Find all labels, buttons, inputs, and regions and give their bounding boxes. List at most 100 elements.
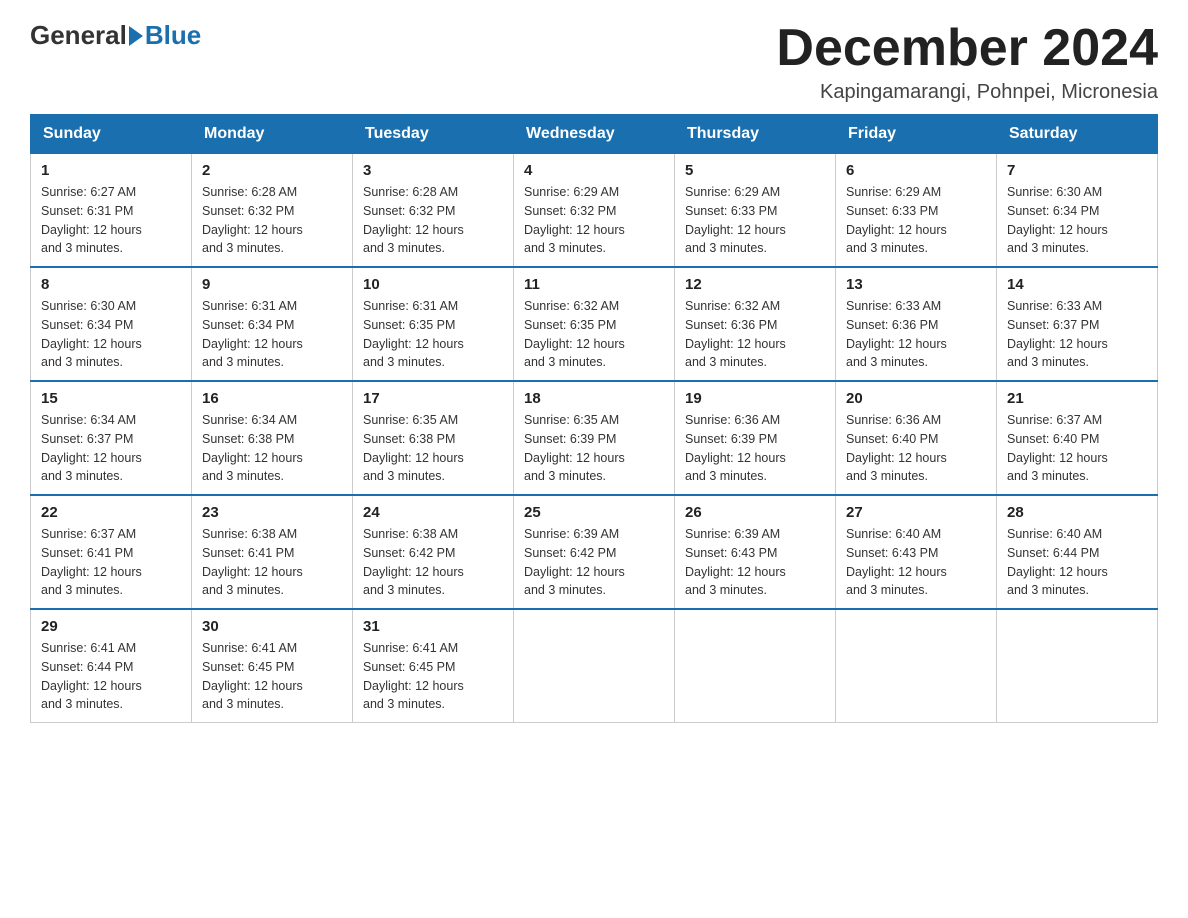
calendar-cell: 25 Sunrise: 6:39 AMSunset: 6:42 PMDayligh… — [514, 495, 675, 609]
calendar-cell: 28 Sunrise: 6:40 AMSunset: 6:44 PMDayligh… — [997, 495, 1158, 609]
day-info: Sunrise: 6:29 AMSunset: 6:32 PMDaylight:… — [524, 183, 664, 258]
day-number: 30 — [202, 618, 342, 635]
calendar-cell: 24 Sunrise: 6:38 AMSunset: 6:42 PMDayligh… — [353, 495, 514, 609]
calendar-header-saturday: Saturday — [997, 115, 1158, 154]
calendar-cell — [675, 609, 836, 723]
calendar-week-row: 15 Sunrise: 6:34 AMSunset: 6:37 PMDayligh… — [31, 381, 1158, 495]
calendar-cell: 6Sunrise: 6:29 AMSunset: 6:33 PMDaylight… — [836, 154, 997, 268]
calendar-cell: 19Sunrise: 6:36 AMSunset: 6:39 PMDayligh… — [675, 381, 836, 495]
day-info: Sunrise: 6:30 AMSunset: 6:34 PMDaylight:… — [41, 297, 181, 372]
calendar-cell: 21 Sunrise: 6:37 AMSunset: 6:40 PMDayligh… — [997, 381, 1158, 495]
calendar-header-friday: Friday — [836, 115, 997, 154]
calendar-cell — [514, 609, 675, 723]
day-info: Sunrise: 6:39 AMSunset: 6:42 PMDaylight:… — [524, 525, 664, 600]
day-info: Sunrise: 6:32 AMSunset: 6:36 PMDaylight:… — [685, 297, 825, 372]
calendar-cell: 31 Sunrise: 6:41 AMSunset: 6:45 PMDayligh… — [353, 609, 514, 723]
day-number: 9 — [202, 276, 342, 293]
day-info: Sunrise: 6:38 AMSunset: 6:42 PMDaylight:… — [363, 525, 503, 600]
day-info: Sunrise: 6:35 AMSunset: 6:38 PMDaylight:… — [363, 411, 503, 486]
calendar-cell: 9 Sunrise: 6:31 AMSunset: 6:34 PMDaylight… — [192, 267, 353, 381]
day-number: 17 — [363, 390, 503, 407]
day-info: Sunrise: 6:40 AMSunset: 6:44 PMDaylight:… — [1007, 525, 1147, 600]
calendar-cell: 3 Sunrise: 6:28 AMSunset: 6:32 PMDaylight… — [353, 154, 514, 268]
calendar-cell: 17 Sunrise: 6:35 AMSunset: 6:38 PMDayligh… — [353, 381, 514, 495]
calendar-week-row: 29 Sunrise: 6:41 AMSunset: 6:44 PMDayligh… — [31, 609, 1158, 723]
day-number: 8 — [41, 276, 181, 293]
calendar-cell: 11Sunrise: 6:32 AMSunset: 6:35 PMDayligh… — [514, 267, 675, 381]
calendar-header-monday: Monday — [192, 115, 353, 154]
month-title: December 2024 — [776, 20, 1158, 77]
calendar-cell: 27 Sunrise: 6:40 AMSunset: 6:43 PMDayligh… — [836, 495, 997, 609]
day-number: 26 — [685, 504, 825, 521]
calendar-header-tuesday: Tuesday — [353, 115, 514, 154]
day-info: Sunrise: 6:28 AMSunset: 6:32 PMDaylight:… — [202, 183, 342, 258]
day-number: 5 — [685, 162, 825, 179]
logo-general: General — [30, 20, 127, 51]
calendar-cell: 16Sunrise: 6:34 AMSunset: 6:38 PMDayligh… — [192, 381, 353, 495]
day-info: Sunrise: 6:33 AMSunset: 6:36 PMDaylight:… — [846, 297, 986, 372]
day-number: 25 — [524, 504, 664, 521]
calendar-header-wednesday: Wednesday — [514, 115, 675, 154]
day-number: 4 — [524, 162, 664, 179]
day-info: Sunrise: 6:29 AMSunset: 6:33 PMDaylight:… — [846, 183, 986, 258]
day-number: 31 — [363, 618, 503, 635]
calendar-week-row: 8 Sunrise: 6:30 AMSunset: 6:34 PMDaylight… — [31, 267, 1158, 381]
day-info: Sunrise: 6:41 AMSunset: 6:45 PMDaylight:… — [202, 639, 342, 714]
day-info: Sunrise: 6:30 AMSunset: 6:34 PMDaylight:… — [1007, 183, 1147, 258]
day-number: 27 — [846, 504, 986, 521]
day-number: 18 — [524, 390, 664, 407]
day-number: 11 — [524, 276, 664, 293]
day-info: Sunrise: 6:39 AMSunset: 6:43 PMDaylight:… — [685, 525, 825, 600]
calendar-cell: 2 Sunrise: 6:28 AMSunset: 6:32 PMDaylight… — [192, 154, 353, 268]
day-info: Sunrise: 6:41 AMSunset: 6:44 PMDaylight:… — [41, 639, 181, 714]
calendar-week-row: 22Sunrise: 6:37 AMSunset: 6:41 PMDayligh… — [31, 495, 1158, 609]
calendar-cell: 1Sunrise: 6:27 AMSunset: 6:31 PMDaylight… — [31, 154, 192, 268]
day-number: 29 — [41, 618, 181, 635]
day-number: 24 — [363, 504, 503, 521]
page-header: General Blue December 2024 Kapingamarang… — [30, 20, 1158, 104]
day-number: 2 — [202, 162, 342, 179]
calendar-cell: 23 Sunrise: 6:38 AMSunset: 6:41 PMDayligh… — [192, 495, 353, 609]
calendar-header-sunday: Sunday — [31, 115, 192, 154]
day-number: 16 — [202, 390, 342, 407]
day-number: 20 — [846, 390, 986, 407]
day-info: Sunrise: 6:40 AMSunset: 6:43 PMDaylight:… — [846, 525, 986, 600]
day-info: Sunrise: 6:41 AMSunset: 6:45 PMDaylight:… — [363, 639, 503, 714]
calendar-cell: 30 Sunrise: 6:41 AMSunset: 6:45 PMDayligh… — [192, 609, 353, 723]
calendar-cell: 10Sunrise: 6:31 AMSunset: 6:35 PMDayligh… — [353, 267, 514, 381]
day-info: Sunrise: 6:31 AMSunset: 6:34 PMDaylight:… — [202, 297, 342, 372]
day-number: 23 — [202, 504, 342, 521]
day-number: 12 — [685, 276, 825, 293]
day-number: 15 — [41, 390, 181, 407]
calendar-cell: 15 Sunrise: 6:34 AMSunset: 6:37 PMDayligh… — [31, 381, 192, 495]
calendar-cell: 8 Sunrise: 6:30 AMSunset: 6:34 PMDaylight… — [31, 267, 192, 381]
logo-arrow-icon — [129, 26, 143, 46]
calendar-cell: 29 Sunrise: 6:41 AMSunset: 6:44 PMDayligh… — [31, 609, 192, 723]
calendar-header-row: SundayMondayTuesdayWednesdayThursdayFrid… — [31, 115, 1158, 154]
day-number: 13 — [846, 276, 986, 293]
calendar-cell: 13 Sunrise: 6:33 AMSunset: 6:36 PMDayligh… — [836, 267, 997, 381]
calendar-cell — [997, 609, 1158, 723]
day-number: 28 — [1007, 504, 1147, 521]
day-number: 3 — [363, 162, 503, 179]
day-number: 22 — [41, 504, 181, 521]
day-info: Sunrise: 6:33 AMSunset: 6:37 PMDaylight:… — [1007, 297, 1147, 372]
calendar-cell: 12 Sunrise: 6:32 AMSunset: 6:36 PMDayligh… — [675, 267, 836, 381]
day-info: Sunrise: 6:38 AMSunset: 6:41 PMDaylight:… — [202, 525, 342, 600]
day-info: Sunrise: 6:36 AMSunset: 6:39 PMDaylight:… — [685, 411, 825, 486]
title-section: December 2024 Kapingamarangi, Pohnpei, M… — [776, 20, 1158, 104]
day-number: 7 — [1007, 162, 1147, 179]
calendar-cell: 5Sunrise: 6:29 AMSunset: 6:33 PMDaylight… — [675, 154, 836, 268]
calendar-cell: 26 Sunrise: 6:39 AMSunset: 6:43 PMDayligh… — [675, 495, 836, 609]
day-info: Sunrise: 6:28 AMSunset: 6:32 PMDaylight:… — [363, 183, 503, 258]
day-info: Sunrise: 6:37 AMSunset: 6:40 PMDaylight:… — [1007, 411, 1147, 486]
day-number: 21 — [1007, 390, 1147, 407]
day-info: Sunrise: 6:35 AMSunset: 6:39 PMDaylight:… — [524, 411, 664, 486]
calendar-table: SundayMondayTuesdayWednesdayThursdayFrid… — [30, 114, 1158, 723]
location-subtitle: Kapingamarangi, Pohnpei, Micronesia — [776, 81, 1158, 104]
calendar-cell: 14Sunrise: 6:33 AMSunset: 6:37 PMDayligh… — [997, 267, 1158, 381]
logo-text: General Blue — [30, 20, 201, 51]
day-info: Sunrise: 6:36 AMSunset: 6:40 PMDaylight:… — [846, 411, 986, 486]
day-info: Sunrise: 6:34 AMSunset: 6:37 PMDaylight:… — [41, 411, 181, 486]
day-number: 10 — [363, 276, 503, 293]
